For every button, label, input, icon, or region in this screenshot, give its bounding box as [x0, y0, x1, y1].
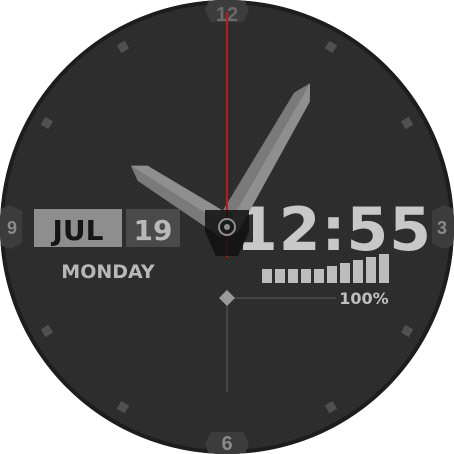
watch-face: 12 6 9 3 JUL 19 MONDAY 12:55 100%	[0, 0, 454, 454]
battery-segment	[366, 257, 376, 283]
battery-segment	[327, 266, 337, 283]
battery-segment	[379, 254, 389, 283]
battery-segment	[314, 269, 324, 283]
numeral-6: 6	[221, 433, 232, 454]
numeral-9: 9	[7, 218, 17, 238]
battery-segment	[275, 269, 285, 283]
battery-segment	[340, 263, 350, 283]
day-number: 19	[134, 214, 173, 247]
month-label: JUL	[51, 214, 104, 247]
battery-segment	[262, 269, 272, 283]
battery-segment	[353, 260, 363, 283]
battery-segment	[301, 269, 311, 283]
battery-label: 100%	[339, 289, 388, 308]
digital-time: 12:55	[236, 195, 432, 265]
numeral-3: 3	[437, 218, 447, 238]
center-pin	[224, 224, 230, 230]
battery-segment	[288, 269, 298, 283]
weekday-label: MONDAY	[61, 261, 155, 283]
